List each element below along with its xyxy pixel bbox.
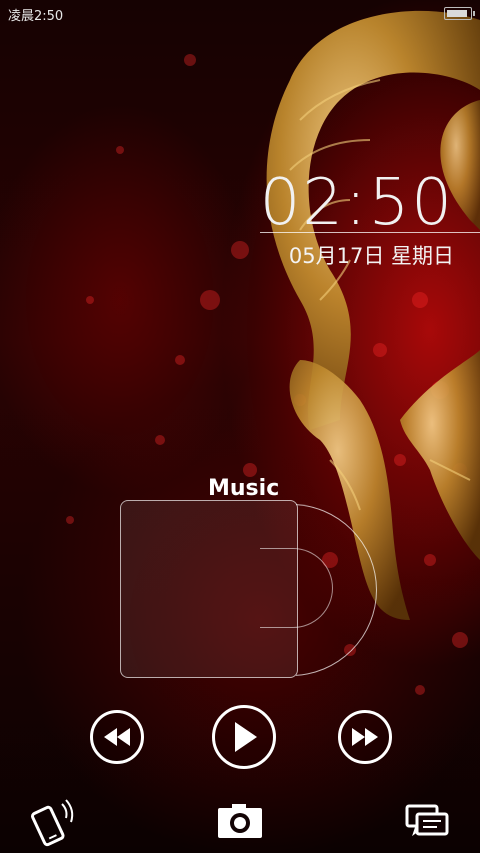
- camera-icon: [218, 804, 262, 838]
- camera-shortcut-button[interactable]: [217, 803, 263, 839]
- rewind-icon: [104, 728, 130, 746]
- message-shortcut-button[interactable]: [405, 804, 449, 838]
- lockscreen-clock: 02:50: [259, 166, 454, 240]
- fast-forward-icon: [352, 728, 378, 746]
- status-bar: 凌晨2:50: [0, 0, 480, 28]
- music-title: Music: [208, 476, 280, 501]
- play-button[interactable]: [212, 705, 276, 769]
- battery-level: [447, 10, 467, 17]
- phone-icon: [31, 799, 74, 847]
- next-track-button[interactable]: [338, 710, 392, 764]
- clock-divider: [260, 232, 480, 233]
- play-icon: [235, 722, 257, 752]
- status-time: 凌晨2:50: [8, 9, 64, 24]
- album-art[interactable]: [120, 500, 298, 678]
- previous-track-button[interactable]: [90, 710, 144, 764]
- message-icon: [405, 804, 449, 837]
- battery-icon: [444, 7, 475, 20]
- lockscreen-date: 05月17日 星期日: [288, 244, 454, 268]
- phone-shortcut-button[interactable]: [28, 796, 78, 848]
